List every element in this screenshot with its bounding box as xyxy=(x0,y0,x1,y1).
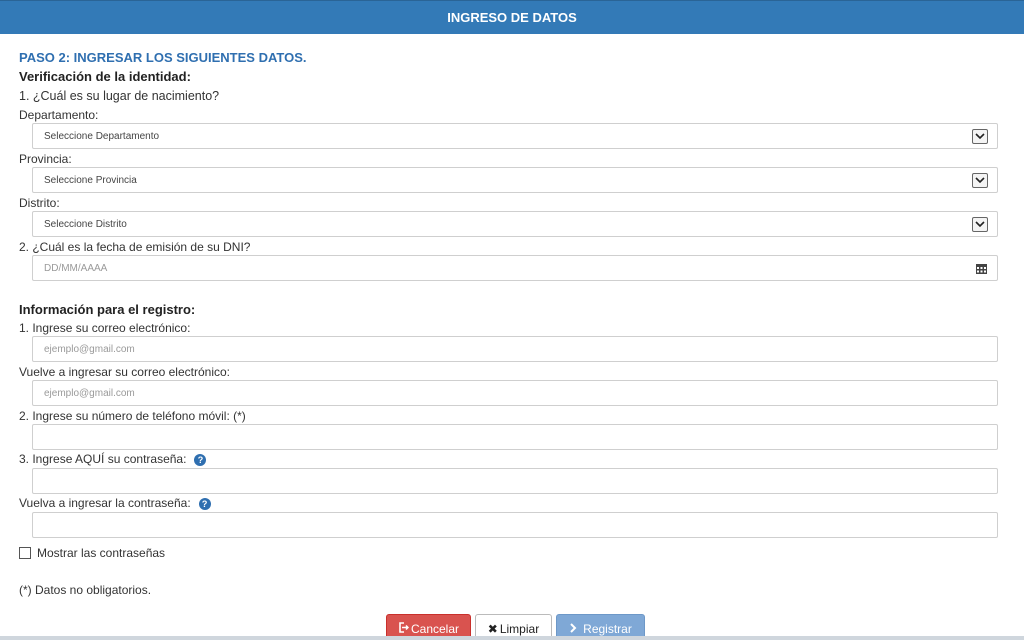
calendar-icon[interactable] xyxy=(976,263,987,274)
departamento-value: Seleccione Departamento xyxy=(44,130,160,142)
password-label-row: 3. Ingrese AQUÍ su contraseña:? xyxy=(19,452,207,466)
provincia-select[interactable]: Seleccione Provincia xyxy=(32,167,998,193)
phone-input[interactable] xyxy=(32,424,998,450)
optional-fields-note: (*) Datos no obligatorios. xyxy=(19,583,152,597)
email-placeholder: ejemplo@gmail.com xyxy=(44,343,135,355)
provincia-label: Provincia: xyxy=(19,152,72,166)
bottom-divider xyxy=(0,636,1024,640)
chevron-down-icon[interactable] xyxy=(972,217,988,232)
dni-date-question: 2. ¿Cuál es la fecha de emisión de su DN… xyxy=(19,240,251,254)
identity-section-title: Verificación de la identidad: xyxy=(19,69,191,84)
distrito-label: Distrito: xyxy=(19,196,60,210)
dialog-title: INGRESO DE DATOS xyxy=(447,10,577,25)
registro-section-title: Información para el registro: xyxy=(19,302,196,317)
departamento-select[interactable]: Seleccione Departamento xyxy=(32,123,998,149)
dni-date-input[interactable]: DD/MM/AAAA xyxy=(32,255,998,281)
provincia-value: Seleccione Provincia xyxy=(44,174,137,186)
phone-label: 2. Ingrese su número de teléfono móvil: … xyxy=(19,409,246,423)
email-label: 1. Ingrese su correo electrónico: xyxy=(19,321,191,335)
chevron-down-icon[interactable] xyxy=(972,129,988,144)
question-circle-icon[interactable]: ? xyxy=(194,453,207,466)
distrito-select[interactable]: Seleccione Distrito xyxy=(32,211,998,237)
cancel-label: Cancelar xyxy=(410,622,460,636)
question-circle-icon[interactable]: ? xyxy=(198,497,211,510)
chevron-right-icon xyxy=(569,622,577,636)
password-confirm-input[interactable] xyxy=(32,512,998,538)
password-label: 3. Ingrese AQUÍ su contraseña: xyxy=(19,452,187,466)
dialog-header: INGRESO DE DATOS xyxy=(0,0,1024,34)
sign-out-icon xyxy=(398,622,410,636)
show-passwords-row[interactable]: Mostrar las contraseñas xyxy=(19,546,165,560)
dni-date-placeholder: DD/MM/AAAA xyxy=(44,262,108,274)
email-input[interactable]: ejemplo@gmail.com xyxy=(32,336,998,362)
departamento-label: Departamento: xyxy=(19,108,99,122)
email-confirm-label: Vuelve a ingresar su correo electrónico: xyxy=(19,365,230,379)
clear-label: Limpiar xyxy=(499,622,540,636)
email-confirm-placeholder: ejemplo@gmail.com xyxy=(44,387,135,399)
form-content: PASO 2: INGRESAR LOS SIGUIENTES DATOS. V… xyxy=(19,34,1009,640)
password-confirm-label-row: Vuelva a ingresar la contraseña:? xyxy=(19,496,211,510)
close-icon: ✖ xyxy=(487,622,498,636)
birthplace-question: 1. ¿Cuál es su lugar de nacimiento? xyxy=(19,89,220,103)
chevron-down-icon[interactable] xyxy=(972,173,988,188)
register-label: Registrar xyxy=(583,622,632,636)
password-confirm-label: Vuelva a ingresar la contraseña: xyxy=(19,496,191,510)
show-passwords-checkbox[interactable] xyxy=(19,547,31,559)
email-confirm-input[interactable]: ejemplo@gmail.com xyxy=(32,380,998,406)
distrito-value: Seleccione Distrito xyxy=(44,218,127,230)
password-input[interactable] xyxy=(32,468,998,494)
step-title: PASO 2: INGRESAR LOS SIGUIENTES DATOS. xyxy=(19,50,307,65)
show-passwords-label: Mostrar las contraseñas xyxy=(37,546,166,560)
